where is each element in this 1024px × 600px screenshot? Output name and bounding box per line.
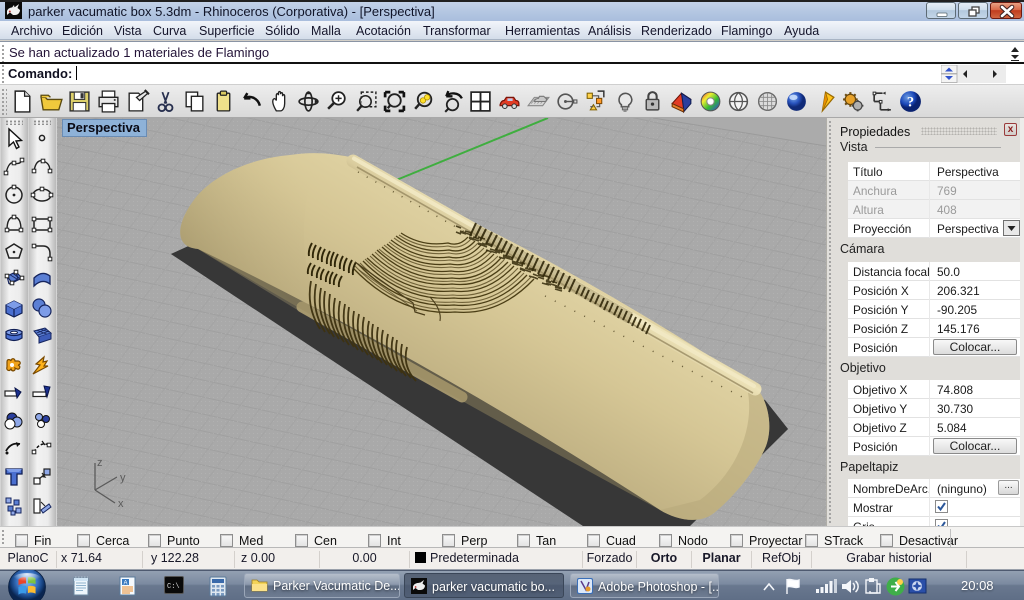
svg-text:y: y bbox=[120, 472, 126, 484]
svg-text:?: ? bbox=[907, 95, 914, 111]
svg-text:C:\: C:\ bbox=[167, 583, 180, 591]
svg-text:x: x bbox=[118, 498, 124, 510]
svg-text:A: A bbox=[123, 581, 127, 587]
svg-text:z: z bbox=[97, 457, 103, 469]
